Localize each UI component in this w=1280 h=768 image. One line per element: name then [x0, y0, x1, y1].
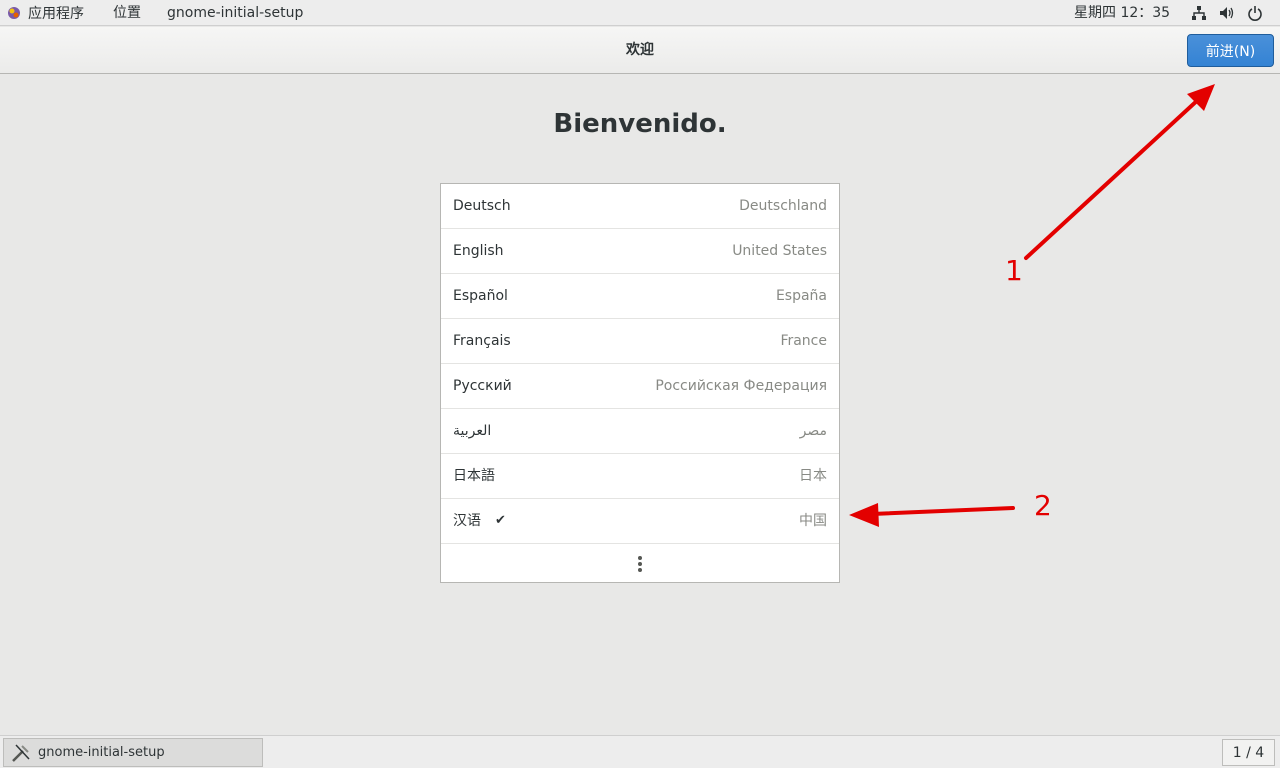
language-country: مصر: [799, 423, 827, 439]
language-row-francais[interactable]: Français France: [441, 319, 839, 364]
page-title: 欢迎: [626, 42, 654, 58]
top-system-bar: 应用程序 位置 gnome-initial-setup 星期四 12：35: [0, 0, 1280, 26]
checkmark-icon: ✔: [495, 513, 506, 528]
applications-menu[interactable]: 应用程序: [6, 0, 84, 26]
language-country: 日本: [799, 468, 827, 484]
language-country: France: [780, 333, 827, 349]
welcome-heading: Bienvenido.: [553, 109, 727, 139]
language-country: United States: [732, 243, 827, 259]
annotation-label-2: 2: [1034, 489, 1052, 522]
active-app-menu[interactable]: gnome-initial-setup: [167, 0, 303, 26]
more-options-icon: [638, 556, 642, 572]
annotation-arrow-2: [849, 503, 1015, 527]
taskbar-window-label: gnome-initial-setup: [38, 745, 165, 760]
workspace-pager[interactable]: 1 / 4: [1222, 739, 1275, 766]
language-row-arabic[interactable]: العربية مصر: [441, 409, 839, 454]
language-name: 日本語: [453, 468, 495, 484]
header-bar: 欢迎 前进(N): [0, 27, 1280, 74]
next-button[interactable]: 前进(N): [1187, 34, 1274, 67]
applications-label: 应用程序: [28, 6, 84, 22]
language-country: Российская Федерация: [655, 378, 827, 394]
more-languages-button[interactable]: [441, 544, 839, 584]
language-list: Deutsch Deutschland English United State…: [440, 183, 840, 583]
language-country: 中国: [799, 513, 827, 529]
bottom-taskbar: gnome-initial-setup 1 / 4: [0, 735, 1280, 768]
system-tray[interactable]: [1190, 0, 1264, 26]
language-row-chinese[interactable]: 汉语 ✔ 中国: [441, 499, 839, 544]
taskbar-window-button[interactable]: gnome-initial-setup: [3, 738, 263, 767]
language-name: Русский: [453, 378, 512, 394]
language-name: English: [453, 243, 504, 259]
language-country: España: [775, 288, 827, 304]
clock[interactable]: 星期四 12：35: [1074, 0, 1170, 26]
language-row-russian[interactable]: Русский Российская Федерация: [441, 364, 839, 409]
annotation-label-1: 1: [1005, 254, 1023, 287]
language-row-english[interactable]: English United States: [441, 229, 839, 274]
places-menu[interactable]: 位置: [113, 0, 141, 26]
language-row-japanese[interactable]: 日本語 日本: [441, 454, 839, 499]
volume-icon[interactable]: [1218, 4, 1236, 22]
language-name: العربية: [453, 423, 492, 439]
language-row-deutsch[interactable]: Deutsch Deutschland: [441, 184, 839, 229]
language-name: Español: [453, 288, 508, 304]
network-icon[interactable]: [1190, 4, 1208, 22]
setup-tools-icon: [12, 743, 30, 762]
language-country: Deutschland: [739, 198, 827, 214]
language-name: Deutsch: [453, 198, 511, 214]
language-name: 汉语: [453, 513, 481, 529]
power-icon[interactable]: [1246, 4, 1264, 22]
language-name: Français: [453, 333, 511, 349]
language-row-espanol[interactable]: Español España: [441, 274, 839, 319]
applications-icon: [8, 7, 20, 19]
